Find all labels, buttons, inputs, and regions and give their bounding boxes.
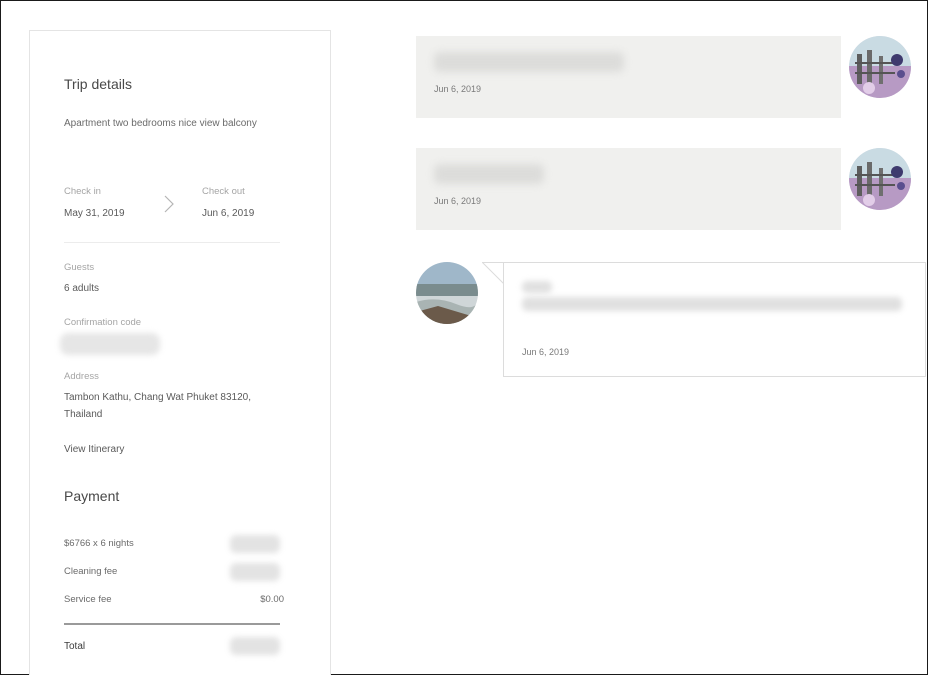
message-text-redacted [522, 281, 552, 293]
payment-title: Payment [64, 488, 120, 504]
service-fee-label: Service fee [64, 594, 112, 605]
service-fee-row: Service fee $0.00 [64, 594, 284, 605]
message-date: Jun 6, 2019 [522, 347, 570, 357]
listing-name: Apartment two bedrooms nice view balcony [64, 118, 257, 129]
host-avatar-image [849, 36, 911, 98]
guests-label: Guests [64, 262, 95, 273]
guest-avatar[interactable] [416, 262, 478, 324]
host-message: Jun 6, 2019 [416, 36, 841, 118]
total-label: Total [64, 641, 86, 652]
cleaning-amount-redacted [230, 563, 280, 581]
total-divider [64, 623, 280, 625]
message-tail [482, 262, 504, 284]
guest-message: Jun 6, 2019 [503, 262, 926, 377]
view-itinerary-link[interactable]: View Itinerary [64, 444, 124, 455]
message-text-redacted [434, 164, 544, 184]
nightly-amount-redacted [230, 535, 280, 553]
host-avatar[interactable] [849, 148, 911, 210]
host-avatar[interactable] [849, 36, 911, 98]
check-in-label: Check in [64, 186, 101, 197]
chevron-right-icon [164, 195, 174, 213]
trip-details-panel: Trip details Apartment two bedrooms nice… [29, 30, 331, 675]
divider [64, 242, 280, 243]
total-amount-redacted [230, 637, 280, 655]
address-label: Address [64, 371, 99, 382]
confirmation-code-label: Confirmation code [64, 317, 142, 328]
confirmation-code-redacted [60, 333, 160, 355]
address-value: Tambon Kathu, Chang Wat Phuket 83120, Th… [64, 392, 251, 420]
check-out-label: Check out [202, 186, 245, 197]
check-out-date: Jun 6, 2019 [202, 208, 255, 219]
guests-value: 6 adults [64, 283, 100, 294]
message-text-redacted [522, 297, 902, 311]
guest-avatar-image [416, 262, 478, 324]
message-date: Jun 6, 2019 [434, 84, 482, 94]
message-date: Jun 6, 2019 [434, 196, 482, 206]
check-in-date: May 31, 2019 [64, 208, 125, 219]
host-avatar-image [849, 148, 911, 210]
message-text-redacted [434, 52, 624, 72]
trip-details-title: Trip details [64, 76, 132, 92]
host-message: Jun 6, 2019 [416, 148, 841, 230]
service-fee-amount: $0.00 [260, 594, 284, 605]
